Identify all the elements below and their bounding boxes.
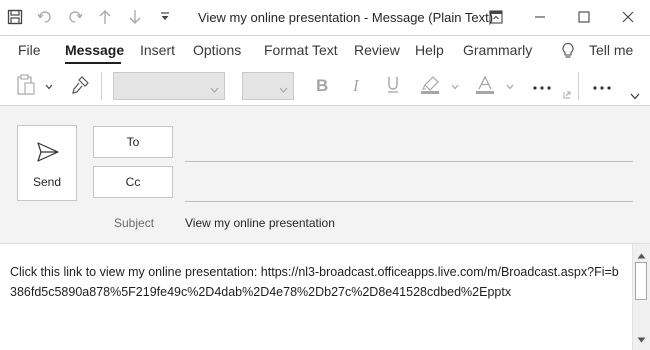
vertical-scrollbar[interactable] xyxy=(632,244,650,350)
close-button[interactable] xyxy=(606,0,650,36)
save-icon xyxy=(7,9,23,28)
more-formatting-button[interactable] xyxy=(528,72,556,100)
previous-item-button[interactable] xyxy=(90,0,120,36)
tab-review[interactable]: Review xyxy=(354,42,400,58)
svg-text:I: I xyxy=(352,77,360,93)
bold-icon: B xyxy=(315,76,329,96)
highlight-dropdown-button[interactable] xyxy=(448,72,462,100)
lightbulb-icon xyxy=(561,42,575,63)
highlight-button[interactable] xyxy=(418,72,442,100)
more-commands-button[interactable] xyxy=(588,72,616,100)
chevron-down-icon xyxy=(506,79,514,93)
format-painter-icon xyxy=(70,75,90,98)
tab-format-text[interactable]: Format Text xyxy=(264,42,338,58)
maximize-icon xyxy=(578,10,590,26)
highlighter-icon xyxy=(420,75,440,98)
tab-message[interactable]: Message xyxy=(65,42,124,58)
font-name-combo[interactable] xyxy=(113,72,225,100)
tab-grammarly[interactable]: Grammarly xyxy=(463,42,532,58)
paste-dropdown-button[interactable] xyxy=(42,72,56,100)
more-options-icon xyxy=(592,79,612,93)
ribbon-display-options-button[interactable] xyxy=(474,0,518,36)
ribbon-separator xyxy=(101,72,102,100)
scrollbar-thumb[interactable] xyxy=(635,262,647,300)
underline-button[interactable] xyxy=(381,72,405,100)
scroll-up-icon[interactable] xyxy=(637,248,646,262)
subject-label: Subject xyxy=(114,216,155,230)
font-size-combo[interactable] xyxy=(242,72,294,100)
tab-insert[interactable]: Insert xyxy=(140,42,175,58)
send-button[interactable]: Send xyxy=(17,125,77,201)
redo-button[interactable] xyxy=(60,0,90,36)
window-controls xyxy=(474,0,650,36)
up-arrow-icon xyxy=(97,9,113,28)
undo-button[interactable] xyxy=(30,0,60,36)
scroll-down-icon[interactable] xyxy=(637,332,646,346)
svg-text:B: B xyxy=(316,77,328,93)
window-title: View my online presentation - Message (P… xyxy=(198,10,494,25)
undo-icon xyxy=(37,9,53,28)
ribbon-display-icon xyxy=(489,9,503,27)
minimize-button[interactable] xyxy=(518,0,562,36)
clipboard-icon xyxy=(16,73,36,99)
underline-icon xyxy=(386,76,400,97)
ribbon-separator xyxy=(578,72,579,100)
italic-icon: I xyxy=(350,76,364,96)
send-icon xyxy=(37,142,59,165)
tab-options[interactable]: Options xyxy=(193,42,241,58)
tab-help[interactable]: Help xyxy=(415,42,444,58)
format-painter-button[interactable] xyxy=(66,72,94,100)
subject-field[interactable]: View my online presentation xyxy=(185,216,335,230)
to-button[interactable]: To xyxy=(93,126,173,158)
chevron-down-icon xyxy=(630,89,640,103)
cc-button[interactable]: Cc xyxy=(93,166,173,198)
tab-file[interactable]: File xyxy=(18,42,41,58)
maximize-button[interactable] xyxy=(562,0,606,36)
next-item-button[interactable] xyxy=(120,0,150,36)
customize-dropdown-icon xyxy=(159,11,171,26)
message-body[interactable]: Click this link to view my online presen… xyxy=(0,244,632,350)
basic-text-dialog-launcher[interactable] xyxy=(562,90,572,100)
save-button[interactable] xyxy=(0,0,30,36)
quick-access-toolbar xyxy=(0,0,180,36)
minimize-icon xyxy=(534,11,546,26)
cc-field[interactable] xyxy=(185,201,633,202)
dialog-launcher-icon xyxy=(563,88,571,102)
close-icon xyxy=(622,11,634,26)
tell-me-search[interactable]: Tell me xyxy=(589,42,633,58)
chevron-down-icon xyxy=(45,79,53,93)
send-label: Send xyxy=(32,175,62,189)
chevron-down-icon xyxy=(210,82,219,96)
collapse-ribbon-button[interactable] xyxy=(628,90,642,102)
chevron-down-icon xyxy=(451,79,459,93)
italic-button[interactable]: I xyxy=(345,72,369,100)
font-color-button[interactable] xyxy=(473,72,497,100)
customize-toolbar-button[interactable] xyxy=(150,0,180,36)
font-color-dropdown-button[interactable] xyxy=(503,72,517,100)
font-color-icon xyxy=(475,75,495,98)
message-body-text[interactable]: Click this link to view my online presen… xyxy=(10,262,625,302)
redo-icon xyxy=(67,9,83,28)
down-arrow-icon xyxy=(127,9,143,28)
chevron-down-icon xyxy=(279,82,288,96)
title-bar: View my online presentation - Message (P… xyxy=(0,0,650,36)
active-tab-indicator xyxy=(65,62,121,64)
to-field[interactable] xyxy=(185,161,633,162)
message-header: Send To Cc Subject View my online presen… xyxy=(0,106,650,244)
bold-button[interactable]: B xyxy=(310,72,334,100)
paste-button[interactable] xyxy=(12,72,40,100)
more-options-icon xyxy=(532,79,552,93)
